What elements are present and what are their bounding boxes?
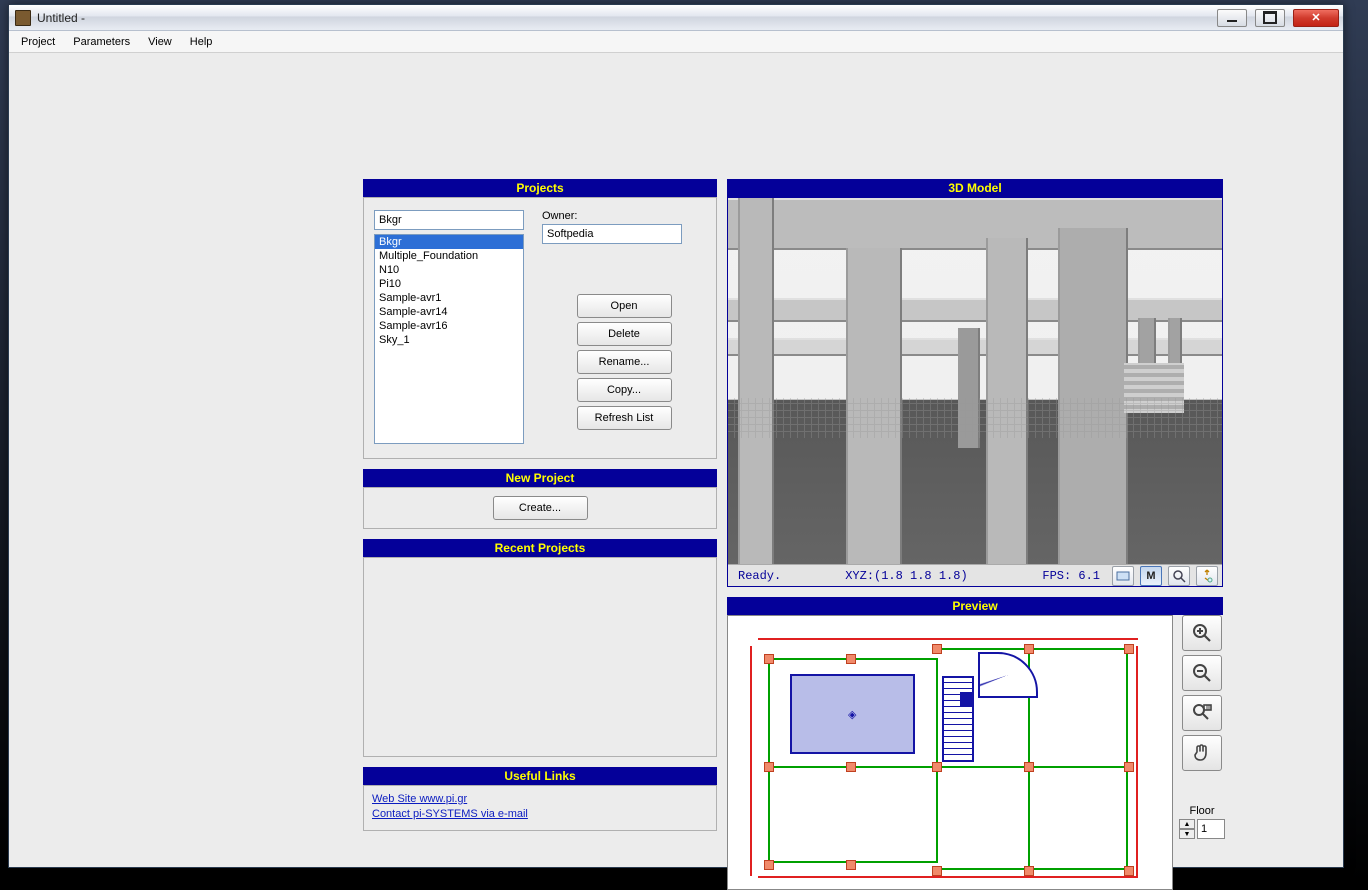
menu-view[interactable]: View [140,34,180,50]
list-item[interactable]: Sky_1 [375,333,523,347]
new-project-section: New Project Create... [363,469,717,529]
viewport-tool-mode-button[interactable]: M [1140,566,1162,586]
owner-label: Owner: [542,210,706,222]
zoom-window-button[interactable] [1182,695,1222,731]
preview-canvas[interactable]: ◈ [727,615,1173,890]
viewport-tool-3-icon[interactable] [1168,566,1190,586]
list-item[interactable]: Bkgr [375,235,523,249]
menu-help[interactable]: Help [182,34,221,50]
preview-tools: Floor ▲ ▼ [1181,615,1223,890]
recent-projects-header: Recent Projects [363,539,717,557]
window-title: Untitled - [37,11,1209,25]
useful-links-header: Useful Links [363,767,717,785]
model3d-header: 3D Model [727,179,1223,197]
recent-projects-body [363,557,717,757]
open-button[interactable]: Open [577,294,672,318]
website-link[interactable]: Web Site www.pi.gr [372,792,708,807]
viewport-tool-1-icon[interactable] [1112,566,1134,586]
viewport-tool-4-icon[interactable] [1196,566,1218,586]
project-name-input[interactable] [374,210,524,230]
list-item[interactable]: Sample-avr14 [375,305,523,319]
list-item[interactable]: Pi10 [375,277,523,291]
app-icon [15,10,31,26]
viewport-3d[interactable] [728,198,1222,564]
refresh-list-button[interactable]: Refresh List [577,406,672,430]
projects-listbox[interactable]: Bkgr Multiple_Foundation N10 Pi10 Sample… [374,234,524,444]
list-item[interactable]: Sample-avr16 [375,319,523,333]
owner-input[interactable] [542,224,682,244]
model3d-section: 3D Model [727,179,1223,587]
new-project-header: New Project [363,469,717,487]
delete-button[interactable]: Delete [577,322,672,346]
titlebar: Untitled - [9,5,1343,31]
rename-button[interactable]: Rename... [577,350,672,374]
floor-label: Floor [1189,805,1214,817]
preview-section: Preview [727,597,1223,890]
menubar: Project Parameters View Help [9,31,1343,53]
maximize-button[interactable] [1255,9,1285,27]
status-ready: Ready. [732,569,787,583]
menu-project[interactable]: Project [13,34,63,50]
useful-links-section: Useful Links Web Site www.pi.gr Contact … [363,767,717,831]
close-button[interactable] [1293,9,1339,27]
plan-anchor-icon: ◈ [848,708,856,721]
list-item[interactable]: Sample-avr1 [375,291,523,305]
recent-projects-section: Recent Projects [363,539,717,757]
main-window: Untitled - Project Parameters View Help … [8,4,1344,868]
minimize-button[interactable] [1217,9,1247,27]
status-fps: FPS: 6.1 [1036,569,1106,583]
pan-button[interactable] [1182,735,1222,771]
list-item[interactable]: Multiple_Foundation [375,249,523,263]
floor-up-button[interactable]: ▲ [1179,819,1195,829]
plan-arrow-icon [960,692,974,706]
status-xyz: XYZ:(1.8 1.8 1.8) [839,569,973,583]
viewport-statusbar: Ready. XYZ:(1.8 1.8 1.8) FPS: 6.1 M [728,564,1222,586]
menu-parameters[interactable]: Parameters [65,34,138,50]
zoom-out-button[interactable] [1182,655,1222,691]
zoom-in-button[interactable] [1182,615,1222,651]
floor-down-button[interactable]: ▼ [1179,829,1195,839]
copy-button[interactable]: Copy... [577,378,672,402]
projects-header: Projects [363,179,717,197]
list-item[interactable]: N10 [375,263,523,277]
preview-header: Preview [727,597,1223,615]
contact-link[interactable]: Contact pi-SYSTEMS via e-mail [372,807,708,822]
floor-input[interactable] [1197,819,1225,839]
client-area: Projects Bkgr Multiple_Foundation N10 Pi… [9,53,1343,867]
projects-section: Projects Bkgr Multiple_Foundation N10 Pi… [363,179,717,459]
create-button[interactable]: Create... [493,496,588,520]
